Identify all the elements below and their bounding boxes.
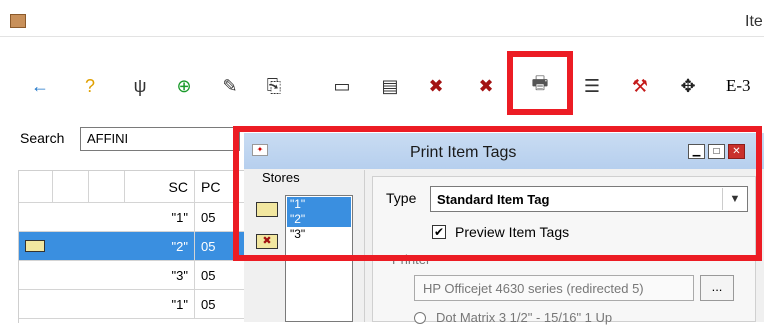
- window-title: Ite: [745, 13, 763, 30]
- tools-icon[interactable]: ⚒: [628, 74, 652, 98]
- grid-header-cell[interactable]: [53, 171, 89, 203]
- dialog-highlight: [233, 126, 762, 261]
- delete-tags-icon[interactable]: ✖: [474, 74, 498, 98]
- search-input[interactable]: AFFINI: [80, 127, 240, 151]
- table-row[interactable]: "1" 05: [19, 203, 245, 232]
- print-button-highlight: [507, 51, 573, 115]
- sc-cell: "1": [125, 290, 195, 319]
- move-icon[interactable]: ✥: [676, 74, 700, 98]
- sc-cell: "1": [125, 203, 195, 232]
- table-row[interactable]: "2" 05: [19, 232, 245, 261]
- app-title-bar: [0, 0, 764, 37]
- delete-tag-icon[interactable]: ✖: [424, 74, 448, 98]
- edit-item-icon[interactable]: ✎: [218, 74, 242, 98]
- search-label: Search: [20, 130, 65, 146]
- sc-cell: "3": [125, 261, 195, 290]
- e3-label: E-3: [726, 76, 751, 95]
- dot-matrix-radio[interactable]: [414, 312, 426, 324]
- table-row[interactable]: "1" 05: [19, 290, 245, 319]
- help-icon[interactable]: ?: [78, 74, 102, 98]
- pc-cell: 05: [195, 261, 245, 290]
- copy-item-icon[interactable]: ⎘: [262, 74, 286, 98]
- grid-header-cell[interactable]: [89, 171, 125, 203]
- app-icon: [10, 14, 26, 28]
- grid-header-sc[interactable]: SC: [125, 171, 195, 203]
- dot-matrix-label: Dot Matrix 3 1/2" - 15/16" 1 Up: [436, 310, 613, 325]
- add-item-icon[interactable]: ⊕: [172, 74, 196, 98]
- tag-icon: [25, 240, 45, 252]
- sc-cell: "2": [125, 232, 195, 261]
- tags-icon[interactable]: ▤: [378, 74, 402, 98]
- items-grid: SC PC "1" 05 "2" 05 "3" 05 "1" 05: [18, 170, 245, 323]
- grid-header: SC PC: [19, 171, 245, 203]
- tag-icon[interactable]: ▭: [330, 74, 354, 98]
- fork-icon[interactable]: ψ: [128, 74, 152, 98]
- pc-cell: 05: [195, 290, 245, 319]
- browse-printer-button[interactable]: ...: [700, 275, 734, 301]
- table-row[interactable]: "3" 05: [19, 261, 245, 290]
- back-arrow-icon[interactable]: ←: [28, 74, 52, 98]
- printer-field[interactable]: HP Officejet 4630 series (redirected 5): [414, 275, 694, 301]
- list-icon[interactable]: ☰: [580, 74, 604, 98]
- grid-header-cell[interactable]: [19, 171, 53, 203]
